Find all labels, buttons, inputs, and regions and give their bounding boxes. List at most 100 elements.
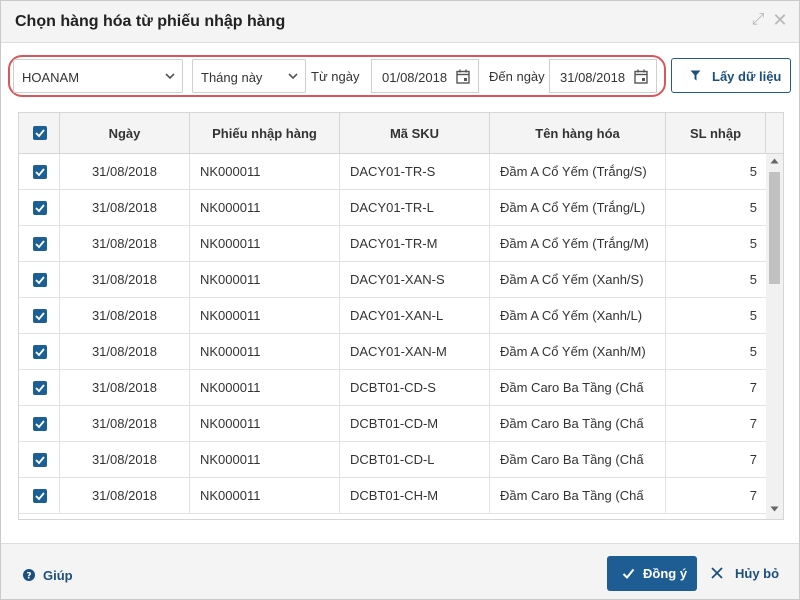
cell-date: 31/08/2018 xyxy=(60,298,190,334)
row-select-cell xyxy=(19,334,60,370)
column-header-qty[interactable]: SL nhập xyxy=(666,113,766,154)
chevron-down-icon xyxy=(165,73,175,80)
column-header-receipt[interactable]: Phiếu nhập hàng xyxy=(190,113,340,154)
cell-date: 31/08/2018 xyxy=(60,406,190,442)
close-icon[interactable]: ✕ xyxy=(771,11,789,29)
table-row[interactable]: 31/08/2018 NK000011 DCBT01-CD-S Đầm Caro Ba… xyxy=(19,370,766,406)
row-checkbox[interactable] xyxy=(33,165,47,179)
row-checkbox[interactable] xyxy=(33,273,47,287)
cell-receipt: NK000011 xyxy=(190,334,340,370)
cell-receipt: NK000011 xyxy=(190,298,340,334)
cell-date: 31/08/2018 xyxy=(60,190,190,226)
cell-qty: 5 xyxy=(749,200,757,215)
cell-receipt: NK000011 xyxy=(190,478,340,514)
cell-qty: 7 xyxy=(749,380,757,395)
chevron-down-icon xyxy=(288,73,298,80)
row-checkbox[interactable] xyxy=(33,201,47,215)
table-scrollbar[interactable] xyxy=(766,154,783,519)
dialog-title: Chọn hàng hóa từ phiếu nhập hàng xyxy=(15,13,286,30)
goods-table: Ngày Phiếu nhập hàng Mã SKU Tên hàng hóa… xyxy=(18,112,784,520)
cell-name: Đầm A Cổ Yếm (Trắng/L) xyxy=(490,190,666,226)
cell-receipt: NK000011 xyxy=(190,154,340,190)
scroll-up-icon[interactable] xyxy=(770,158,779,164)
cell-date: 31/08/2018 xyxy=(60,370,190,406)
cell-sku: DCBT01-CH-M xyxy=(340,478,490,514)
fetch-data-button[interactable]: Lấy dữ liệu xyxy=(671,58,791,93)
row-checkbox[interactable] xyxy=(33,381,47,395)
scrollbar-thumb[interactable] xyxy=(769,172,780,284)
table-row[interactable]: 31/08/2018 NK000011 DACY01-TR-M Đầm A Cổ Yế… xyxy=(19,226,766,262)
help-label: Giúp xyxy=(43,568,73,583)
row-checkbox[interactable] xyxy=(33,453,47,467)
table-row[interactable]: 31/08/2018 NK000011 DCBT01-CD-L Đầm Caro Ba… xyxy=(19,442,766,478)
cell-qty: 5 xyxy=(749,236,757,251)
cell-qty: 5 xyxy=(749,272,757,287)
cell-qty: 5 xyxy=(749,164,757,179)
row-checkbox[interactable] xyxy=(33,489,47,503)
cell-date: 31/08/2018 xyxy=(60,154,190,190)
row-checkbox[interactable] xyxy=(33,345,47,359)
calendar-icon[interactable] xyxy=(634,69,648,84)
period-select-value: Tháng này xyxy=(201,70,263,85)
calendar-icon[interactable] xyxy=(456,69,470,84)
cell-sku: DCBT01-CD-M xyxy=(340,406,490,442)
cell-receipt: NK000011 xyxy=(190,370,340,406)
expand-icon[interactable]: ⤢ xyxy=(749,11,767,29)
close-icon xyxy=(711,567,723,579)
to-date-input[interactable]: 31/08/2018 xyxy=(549,59,657,93)
ok-label: Đồng ý xyxy=(643,566,688,581)
svg-text:?: ? xyxy=(26,571,31,581)
cell-qty: 7 xyxy=(749,488,757,503)
cell-name: Đầm A Cổ Yếm (Xanh/S) xyxy=(490,262,666,298)
check-icon xyxy=(622,568,635,579)
from-date-input[interactable]: 01/08/2018 xyxy=(371,59,479,93)
column-header-name[interactable]: Tên hàng hóa xyxy=(490,113,666,154)
cell-receipt: NK000011 xyxy=(190,190,340,226)
table-row[interactable]: 31/08/2018 NK000011 DACY01-TR-S Đầm A Cổ Yế… xyxy=(19,154,766,190)
from-date-label: Từ ngày xyxy=(311,69,360,84)
ok-button[interactable]: Đồng ý xyxy=(607,556,697,591)
row-checkbox[interactable] xyxy=(33,309,47,323)
period-select[interactable]: Tháng này xyxy=(192,59,306,93)
scroll-down-icon[interactable] xyxy=(770,506,779,512)
cell-name: Đầm A Cổ Yếm (Trắng/S) xyxy=(490,154,666,190)
column-header-sku[interactable]: Mã SKU xyxy=(340,113,490,154)
row-select-cell xyxy=(19,154,60,190)
table-row[interactable]: 31/08/2018 NK000011 DCBT01-CH-M Đầm Caro Ba… xyxy=(19,478,766,514)
cell-qty: 7 xyxy=(749,416,757,431)
row-select-cell xyxy=(19,370,60,406)
help-circle-icon: ? xyxy=(23,569,35,581)
cell-name: Đầm Caro Ba Tầng (Chấ xyxy=(490,478,666,514)
table-row[interactable]: 31/08/2018 NK000011 DACY01-TR-L Đầm A Cổ Yế… xyxy=(19,190,766,226)
select-goods-dialog: Chọn hàng hóa từ phiếu nhập hàng ⤢ ✕ HOA… xyxy=(0,0,800,600)
cell-qty: 5 xyxy=(749,308,757,323)
row-checkbox[interactable] xyxy=(33,417,47,431)
row-select-cell xyxy=(19,262,60,298)
header-select-all-cell xyxy=(19,113,60,154)
table-row[interactable]: 31/08/2018 NK000011 DACY01-XAN-L Đầm A Cổ Y… xyxy=(19,298,766,334)
branch-select[interactable]: HOANAM xyxy=(13,59,183,93)
cell-receipt: NK000011 xyxy=(190,442,340,478)
table-row[interactable]: 31/08/2018 NK000011 DACY01-XAN-S Đầm A Cổ Y… xyxy=(19,262,766,298)
cell-receipt: NK000011 xyxy=(190,226,340,262)
cell-sku: DACY01-TR-S xyxy=(340,154,490,190)
dialog-titlebar: Chọn hàng hóa từ phiếu nhập hàng ⤢ ✕ xyxy=(1,1,799,43)
cell-sku: DACY01-TR-M xyxy=(340,226,490,262)
cell-receipt: NK000011 xyxy=(190,406,340,442)
row-checkbox[interactable] xyxy=(33,237,47,251)
column-header-date[interactable]: Ngày xyxy=(60,113,190,154)
cell-name: Đầm Caro Ba Tầng (Chấ xyxy=(490,442,666,478)
table-row[interactable]: 31/08/2018 NK000011 DACY01-XAN-M Đầm A Cổ Y… xyxy=(19,334,766,370)
to-date-value: 31/08/2018 xyxy=(560,70,626,85)
cell-date: 31/08/2018 xyxy=(60,442,190,478)
cell-name: Đầm Caro Ba Tầng (Chấ xyxy=(490,406,666,442)
row-select-cell xyxy=(19,442,60,478)
select-all-checkbox[interactable] xyxy=(33,126,47,140)
table-row[interactable]: 31/08/2018 NK000011 DCBT01-CD-M Đầm Caro Ba… xyxy=(19,406,766,442)
cell-receipt: NK000011 xyxy=(190,262,340,298)
branch-select-value: HOANAM xyxy=(22,70,80,85)
cell-sku: DACY01-XAN-L xyxy=(340,298,490,334)
cell-name: Đầm Caro Ba Tầng (Chấ xyxy=(490,370,666,406)
cell-qty: 5 xyxy=(749,344,757,359)
cell-name: Đầm A Cổ Yếm (Xanh/L) xyxy=(490,298,666,334)
